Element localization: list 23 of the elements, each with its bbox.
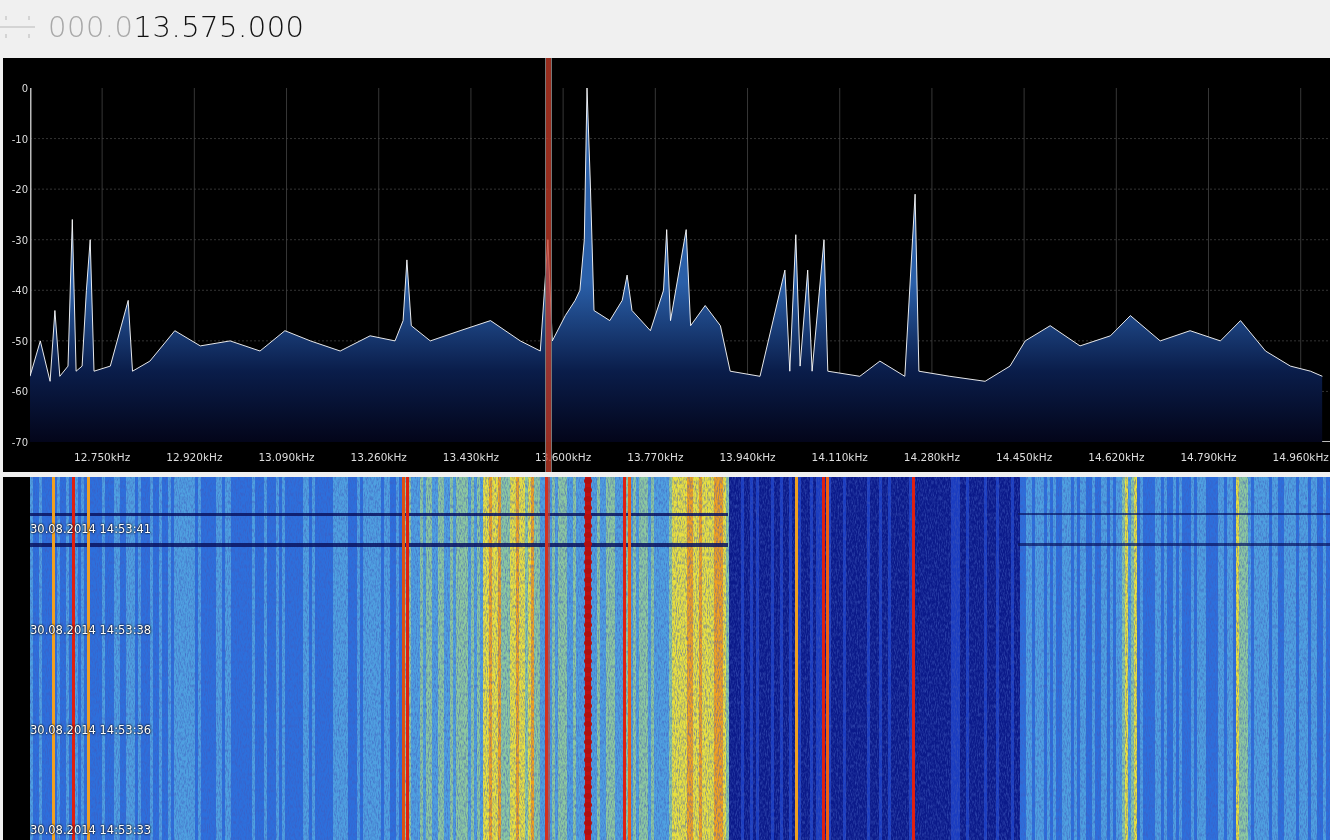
axis-label: -30 <box>11 234 28 246</box>
axis-label: -60 <box>11 385 28 397</box>
frequency-display[interactable]: 000.013.575.000 <box>48 10 305 44</box>
axis-label: 13.770kHz <box>627 451 684 463</box>
axis-label: -20 <box>11 183 28 195</box>
axis-label: 13.430kHz <box>442 451 500 463</box>
axis-label: 14.110kHz <box>811 451 868 463</box>
axis-label: 13.940kHz <box>719 451 776 463</box>
axis-label: -10 <box>11 133 28 145</box>
axis-label: -40 <box>11 284 28 296</box>
axis-label: 13.260kHz <box>350 451 407 463</box>
line-series <box>30 88 1323 382</box>
axis-label: 12.750kHz <box>74 451 131 463</box>
axis-label: 14.960kHz <box>1272 451 1329 463</box>
axis-label: -50 <box>11 335 28 347</box>
axis-label: -70 <box>11 436 28 448</box>
axis-label: 14.450kHz <box>996 451 1053 463</box>
axis-label: 14.790kHz <box>1180 451 1237 463</box>
axis-label: 12.920kHz <box>166 451 223 463</box>
axis-label: 13.090kHz <box>258 451 315 463</box>
axis-label: 14.620kHz <box>1088 451 1145 463</box>
axis-label: 14.280kHz <box>903 451 960 463</box>
axis-label: 0 <box>21 82 28 94</box>
